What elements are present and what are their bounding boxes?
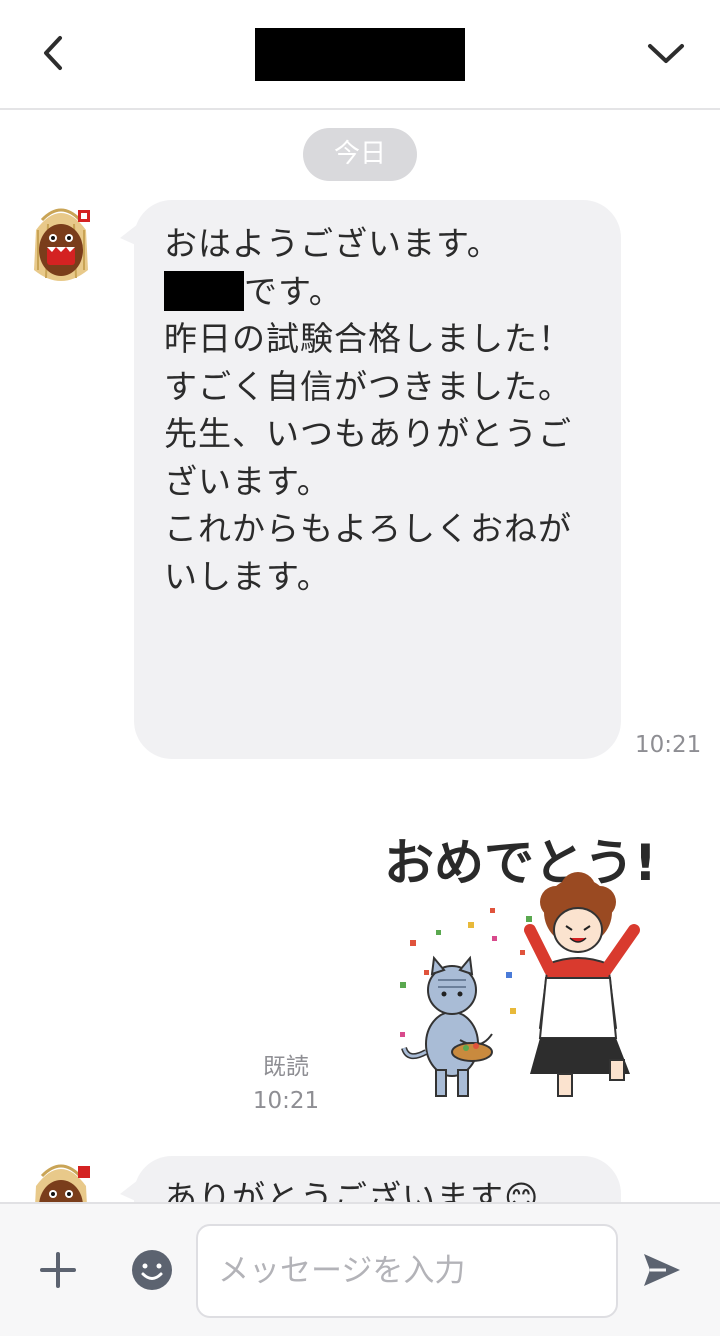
incoming-message-bubble[interactable]: おはようございます。 です。 昨日の試験合格しました！ すごく自信がつきました。…: [134, 200, 621, 759]
chat-message-list[interactable]: 今日 おはようございます。 です。 昨日の試験合格しました！ すごく自信がつきま…: [0, 112, 720, 1202]
sticker-text: おめでとう!: [384, 834, 657, 892]
message-line-body: 昨日の試験合格しました！ すごく自信がつきました。 先生、いつもありがとうござい…: [164, 319, 572, 596]
send-icon: [644, 1254, 680, 1286]
incoming-message-bubble[interactable]: ありがとうございます😊: [134, 1156, 621, 1202]
chat-header: [0, 0, 720, 110]
redacted-name: [164, 270, 244, 311]
chat-title-redacted: [255, 28, 465, 81]
date-divider: 今日: [303, 128, 417, 181]
message-text: ありがとうございます😊: [164, 1178, 540, 1202]
back-button[interactable]: [30, 30, 78, 78]
message-line-greeting: おはようございます。: [164, 224, 501, 263]
message-timestamp: 10:21: [635, 732, 702, 758]
message-input-bar: [0, 1202, 720, 1336]
plus-icon: [40, 1252, 76, 1288]
send-button[interactable]: [640, 1248, 684, 1292]
menu-toggle-button[interactable]: [640, 30, 692, 78]
mascot-avatar[interactable]: [28, 200, 94, 290]
chevron-left-icon: [44, 36, 62, 70]
congratulations-sticker[interactable]: おめでとう!: [380, 812, 670, 1112]
emoji-icon: [132, 1250, 172, 1290]
emoji-button[interactable]: [130, 1248, 174, 1292]
woman-illustration: [524, 872, 640, 1097]
message-input[interactable]: [196, 1224, 618, 1318]
sticker-timestamp: 10:21: [252, 1088, 320, 1114]
mascot-avatar[interactable]: [28, 1156, 94, 1202]
message-line-name-suffix: です。: [244, 271, 343, 311]
chevron-down-icon: [648, 44, 684, 63]
read-receipt: 既読 10:21: [240, 1050, 332, 1118]
message-text: おはようございます。 です。 昨日の試験合格しました！ すごく自信がつきました。…: [164, 220, 584, 600]
read-label: 既読: [263, 1054, 309, 1080]
add-attachment-button[interactable]: [36, 1248, 80, 1292]
cat-illustration: [401, 955, 493, 1097]
